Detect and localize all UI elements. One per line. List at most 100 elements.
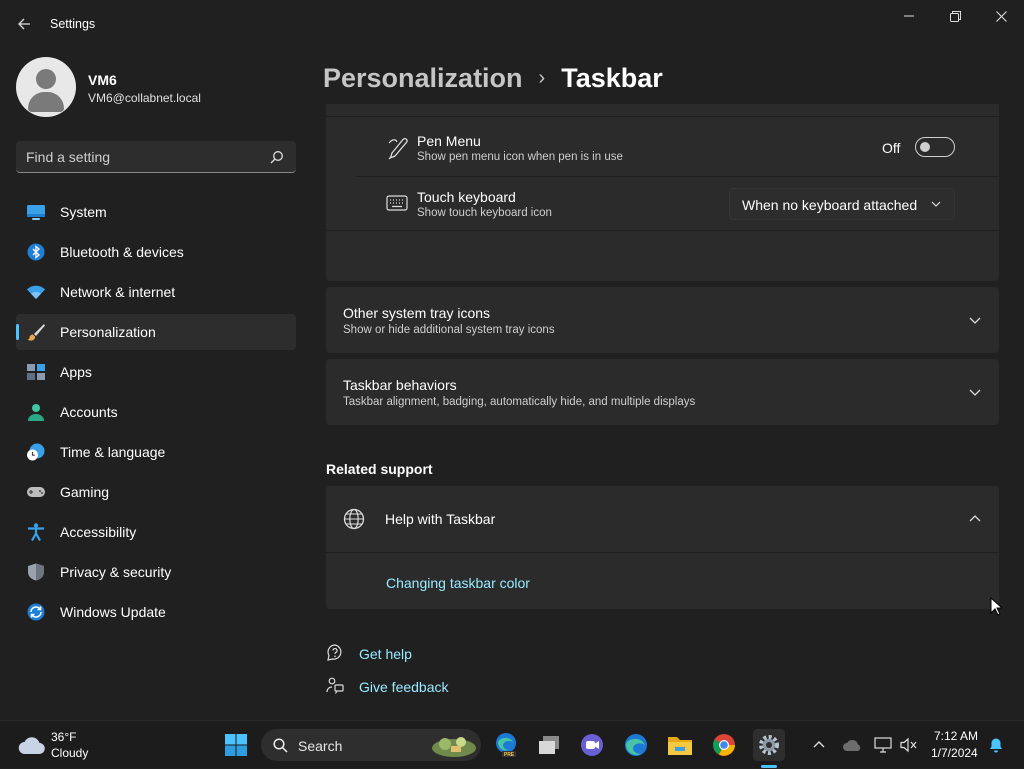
other-tray-icons-row[interactable]: Other system tray icons Show or hide add… <box>326 287 999 353</box>
pen-menu-toggle[interactable] <box>915 137 955 157</box>
find-setting-box[interactable] <box>16 141 296 173</box>
changing-taskbar-color-link[interactable]: Changing taskbar color <box>386 575 530 591</box>
back-button[interactable] <box>10 10 38 38</box>
help-with-taskbar-title: Help with Taskbar <box>385 511 496 527</box>
back-arrow-icon <box>18 18 30 30</box>
sidebar-item-bluetooth[interactable]: Bluetooth & devices <box>16 234 296 270</box>
help-with-taskbar-card: Help with Taskbar Changing taskbar color <box>326 486 999 609</box>
gaming-icon <box>27 487 45 497</box>
sidebar-item-accounts[interactable]: Accounts <box>16 394 296 430</box>
onedrive-icon <box>843 740 861 751</box>
brush-icon <box>27 324 45 341</box>
user-profile[interactable]: VM6 VM6@collabnet.local <box>16 57 306 117</box>
sidebar-item-label: Apps <box>60 364 92 380</box>
sidebar-item-label: System <box>60 204 107 220</box>
taskbar-search[interactable]: Search <box>261 729 481 761</box>
sidebar-item-privacy[interactable]: Privacy & security <box>16 554 296 590</box>
sidebar-item-time-language[interactable]: Time & language <box>16 434 296 470</box>
windows-logo-icon <box>225 734 247 756</box>
taskbar: 36°F Cloudy Search PRE 7:12 AM 1/7/2024 <box>0 720 1024 768</box>
touch-keyboard-subtitle: Show touch keyboard icon <box>417 207 552 219</box>
behaviors-title: Taskbar behaviors <box>343 377 457 393</box>
sidebar-item-gaming[interactable]: Gaming <box>16 474 296 510</box>
taskbar-search-label: Search <box>298 738 343 754</box>
clock-date: 1/7/2024 <box>931 746 978 760</box>
sidebar-item-apps[interactable]: Apps <box>16 354 296 390</box>
weather-temperature: 36°F <box>51 730 77 744</box>
chevron-up-icon <box>969 515 981 522</box>
chevron-down-icon <box>969 317 981 324</box>
sidebar-item-label: Windows Update <box>60 604 166 620</box>
taskbar-app-file-explorer[interactable] <box>664 729 696 761</box>
time-language-icon <box>27 443 45 461</box>
taskbar-app-chat[interactable] <box>576 729 608 761</box>
title-bar: Settings <box>0 0 1024 48</box>
feedback-icon <box>326 677 344 694</box>
taskbar-app-settings[interactable] <box>753 729 785 761</box>
sidebar-item-personalization[interactable]: Personalization <box>16 314 296 350</box>
get-help-icon <box>327 644 342 661</box>
apps-icon <box>27 364 45 380</box>
sidebar-item-label: Personalization <box>60 324 156 340</box>
volume-tray-icon[interactable] <box>894 729 924 761</box>
taskbar-task-view[interactable] <box>533 729 565 761</box>
folder-icon <box>668 737 692 755</box>
behaviors-subtitle: Taskbar alignment, badging, automaticall… <box>343 396 696 408</box>
system-icon <box>27 205 45 220</box>
close-icon <box>995 10 1007 22</box>
search-highlight-icon <box>432 737 476 757</box>
restore-icon <box>949 10 961 22</box>
taskbar-behaviors-row[interactable]: Taskbar behaviors Taskbar alignment, bad… <box>326 359 999 425</box>
clock-time: 7:12 AM <box>934 729 979 743</box>
help-with-taskbar-header[interactable]: Help with Taskbar <box>326 486 999 552</box>
sidebar-item-system[interactable]: System <box>16 194 296 230</box>
sidebar-item-accessibility[interactable]: Accessibility <box>16 514 296 550</box>
give-feedback-link[interactable]: Give feedback <box>359 679 449 695</box>
search-icon <box>270 151 283 164</box>
chevron-down-icon <box>931 201 941 207</box>
show-hidden-icons-button[interactable] <box>804 729 834 761</box>
search-icon <box>273 738 288 753</box>
accessibility-icon <box>28 523 44 541</box>
taskbar-app-edge-preview[interactable]: PRE <box>490 729 522 761</box>
chrome-icon <box>713 734 735 756</box>
close-button[interactable] <box>978 0 1024 32</box>
find-setting-input[interactable] <box>26 147 256 167</box>
weather-condition: Cloudy <box>51 746 89 760</box>
page-title: Taskbar <box>561 62 663 93</box>
volume-muted-icon <box>900 737 917 753</box>
breadcrumb: Personalization › Taskbar <box>323 58 663 98</box>
onedrive-tray-icon[interactable] <box>837 729 867 761</box>
svg-text:PRE: PRE <box>504 752 515 758</box>
breadcrumb-separator: › <box>538 66 546 89</box>
gear-icon <box>759 735 779 755</box>
other-tray-subtitle: Show or hide additional system tray icon… <box>343 324 555 336</box>
bluetooth-icon <box>27 243 45 261</box>
related-support-heading: Related support <box>326 461 433 477</box>
clock[interactable]: 7:12 AM 1/7/2024 <box>926 721 986 769</box>
sidebar-item-label: Privacy & security <box>60 564 172 580</box>
get-help-link[interactable]: Get help <box>359 646 412 662</box>
keyboard-icon <box>386 195 408 211</box>
weather-widget[interactable]: 36°F Cloudy <box>14 721 104 769</box>
pen-icon <box>388 137 408 160</box>
touch-keyboard-title: Touch keyboard <box>417 189 516 205</box>
taskbar-app-edge[interactable] <box>620 729 652 761</box>
restore-button[interactable] <box>932 0 978 32</box>
touch-keyboard-dropdown[interactable]: When no keyboard attached <box>729 188 955 220</box>
wifi-icon <box>27 285 45 299</box>
notifications-button[interactable] <box>981 729 1011 761</box>
sidebar-item-label: Accessibility <box>60 524 137 540</box>
globe-icon <box>343 508 365 530</box>
avatar <box>16 57 76 117</box>
minimize-button[interactable] <box>886 0 932 32</box>
sidebar-item-label: Gaming <box>60 484 110 500</box>
chevron-up-icon <box>813 741 825 748</box>
main-content: Pen Menu Show pen menu icon when pen is … <box>326 104 999 720</box>
taskbar-app-chrome[interactable] <box>708 729 740 761</box>
sidebar-item-network[interactable]: Network & internet <box>16 274 296 310</box>
edge-preview-icon: PRE <box>496 733 516 758</box>
sidebar-item-windows-update[interactable]: Windows Update <box>16 594 296 630</box>
breadcrumb-parent[interactable]: Personalization <box>323 63 523 94</box>
start-button[interactable] <box>220 729 252 761</box>
